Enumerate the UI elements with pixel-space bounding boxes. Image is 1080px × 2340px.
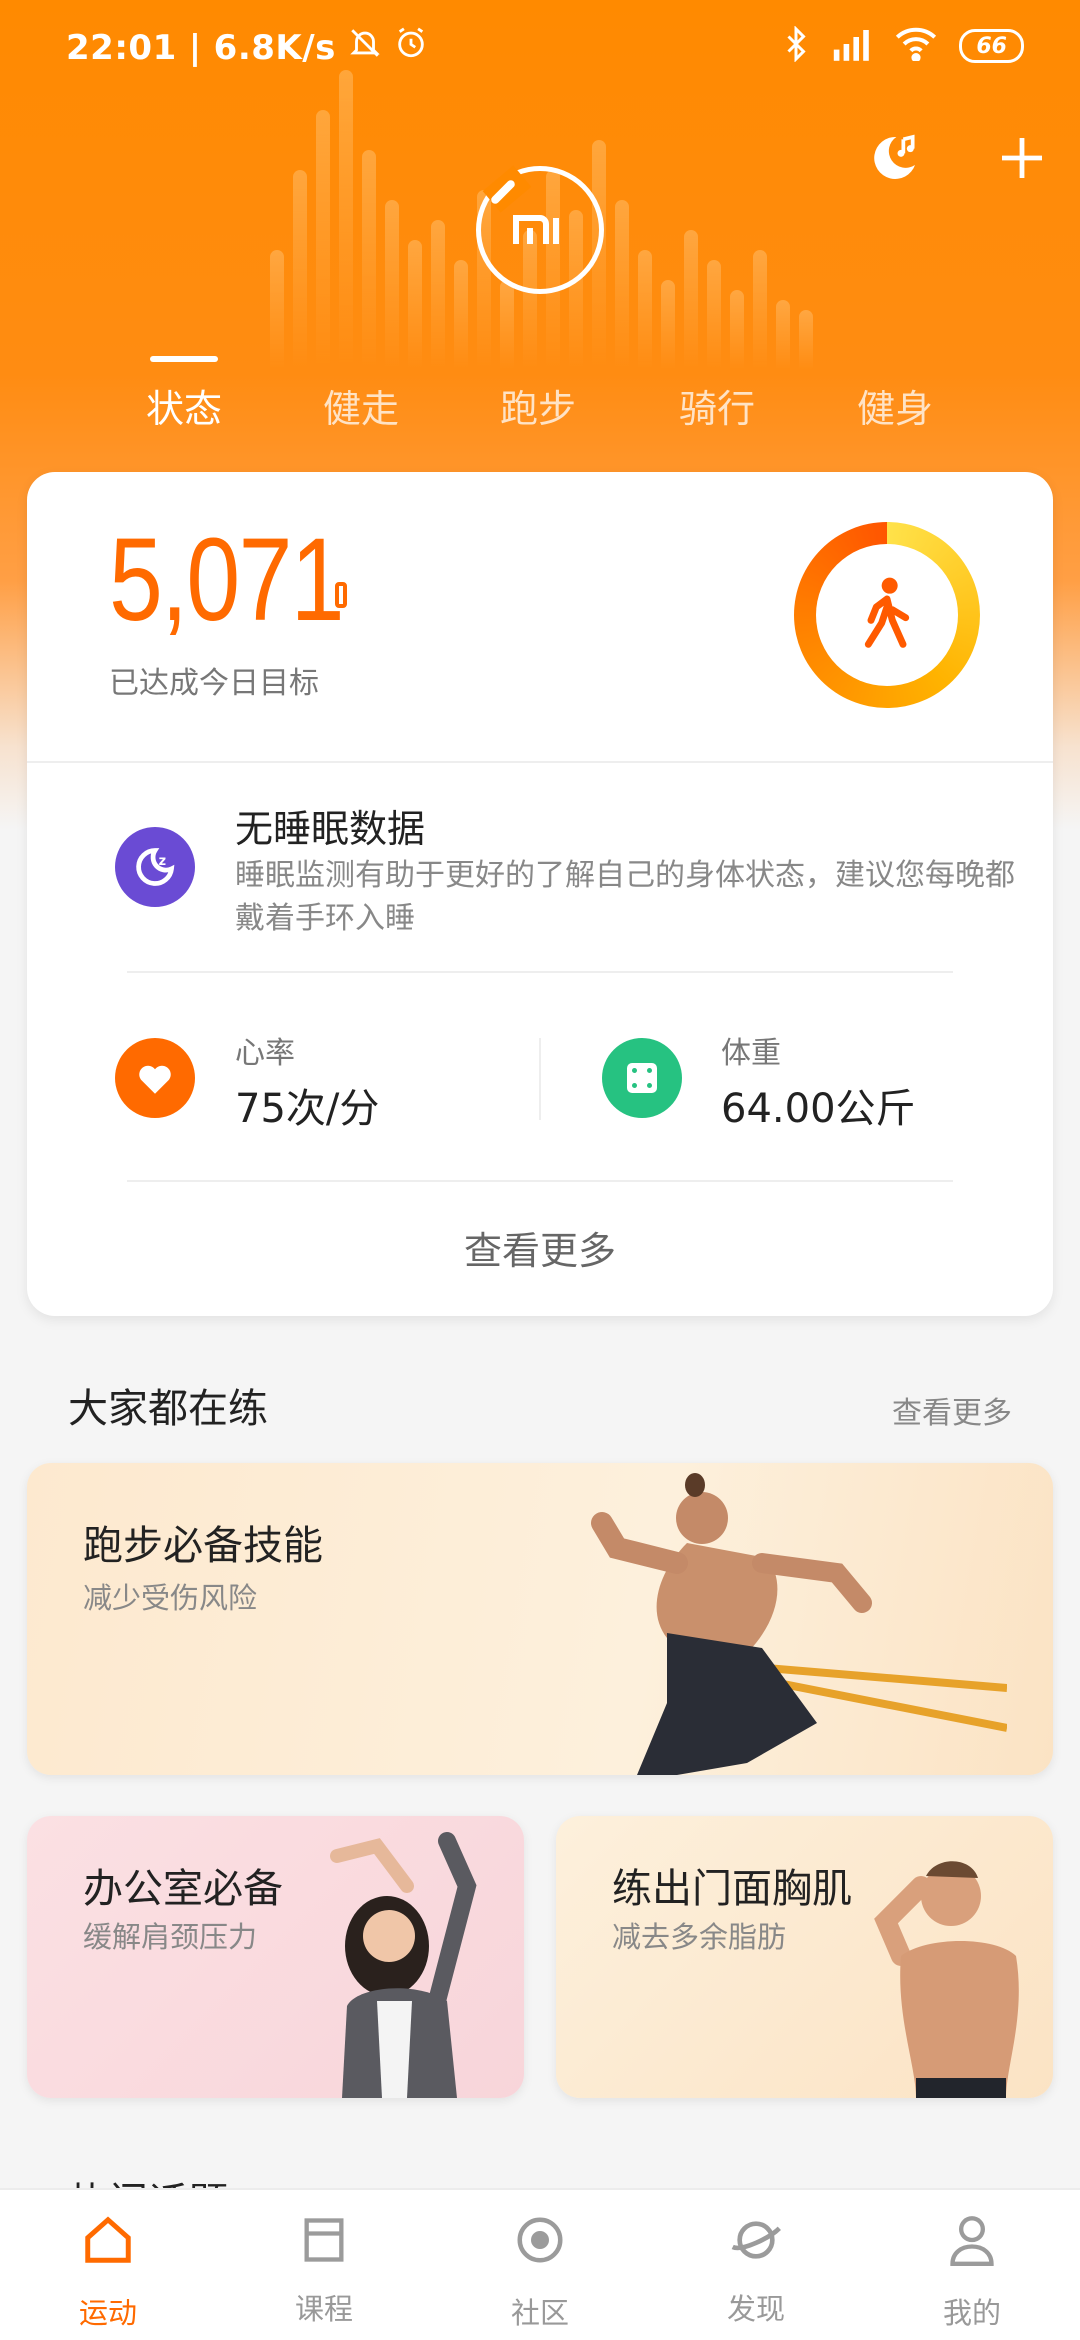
battery-indicator: 66 xyxy=(959,29,1024,63)
goal-status: 已达成今日目标 xyxy=(109,666,319,701)
muscle-man-illustration xyxy=(874,1861,1019,2098)
bottom-tab-bar: 运动 课程 社区 发现 我的 xyxy=(0,2188,1080,2340)
tab-cycle[interactable]: 骑行 xyxy=(647,378,787,433)
section-title: 大家都在练 xyxy=(68,1386,268,1432)
heart-icon xyxy=(115,1038,195,1118)
section-see-more-link[interactable]: 查看更多 xyxy=(892,1388,1012,1432)
home-icon xyxy=(80,2212,136,2268)
divider xyxy=(127,1180,953,1182)
bluetooth-icon xyxy=(783,25,809,66)
course-title: 跑步必备技能 xyxy=(83,1523,323,1569)
status-time: 22:01 xyxy=(66,27,177,68)
tabbar-item-community[interactable]: 社区 xyxy=(432,2190,648,2340)
tab-walk[interactable]: 健走 xyxy=(291,378,431,433)
course-card-running[interactable]: 跑步必备技能 减少受伤风险 xyxy=(27,1463,1053,1775)
sleep-title: 无睡眠数据 xyxy=(235,807,426,851)
network-speed: 6.8K/s xyxy=(213,27,336,68)
discover-icon xyxy=(728,2212,784,2268)
add-icon[interactable] xyxy=(986,122,1058,194)
step-count: 5,071 xyxy=(109,514,345,646)
tabbar-label: 发现 xyxy=(726,2292,785,2326)
wifi-icon xyxy=(895,27,937,65)
tab-fitness[interactable]: 健身 xyxy=(825,378,965,433)
runner-illustration xyxy=(591,1473,1007,1775)
alarm-icon xyxy=(394,26,428,69)
see-more-button[interactable]: 查看更多 xyxy=(27,1220,1053,1275)
status-separator: | xyxy=(188,27,202,68)
tabbar-label: 我的 xyxy=(942,2296,1001,2330)
tabbar-item-discover[interactable]: 发现 xyxy=(648,2190,864,2340)
course-subtitle: 减少受伤风险 xyxy=(83,1581,258,1615)
step-progress-ring[interactable] xyxy=(794,522,980,708)
office-woman-illustration xyxy=(330,1832,477,2098)
summary-card: 5,071 已达成今日目标 z 无睡眠数据 睡眠监测有助于更好的了解自己的身体状… xyxy=(27,472,1053,1316)
signal-icon xyxy=(831,27,873,65)
course-card-chest[interactable]: 练出门面胸肌 减去多余脂肪 xyxy=(556,1816,1053,2098)
steps-unit-icon xyxy=(335,582,347,608)
course-subtitle: 缓解肩颈压力 xyxy=(83,1920,258,1954)
status-right: 66 xyxy=(783,25,1024,66)
mi-logo-mark xyxy=(513,215,559,244)
walking-icon xyxy=(864,577,910,648)
community-icon xyxy=(512,2212,568,2268)
weight-value: 64.00公斤 xyxy=(721,1086,916,1132)
weight-label: 体重 xyxy=(721,1036,781,1071)
tabbar-item-courses[interactable]: 课程 xyxy=(216,2190,432,2340)
course-icon xyxy=(296,2212,352,2268)
tabbar-label: 课程 xyxy=(294,2292,353,2326)
sleep-icon: z xyxy=(115,827,195,907)
course-card-office[interactable]: 办公室必备 缓解肩颈压力 xyxy=(27,1816,524,2098)
sleep-description: 睡眠监测有助于更好的了解自己的身体状态，建议您每晚都戴着手环入睡 xyxy=(235,858,1015,936)
tabbar-item-sport[interactable]: 运动 xyxy=(0,2190,216,2340)
tabbar-item-profile[interactable]: 我的 xyxy=(864,2190,1080,2340)
sleep-music-icon[interactable] xyxy=(858,122,930,194)
course-title: 练出门面胸肌 xyxy=(612,1866,852,1912)
tabbar-label: 运动 xyxy=(78,2296,137,2330)
svg-text:z: z xyxy=(159,854,166,869)
profile-icon xyxy=(944,2212,1000,2268)
tab-run[interactable]: 跑步 xyxy=(468,378,608,433)
divider xyxy=(27,761,1053,763)
divider xyxy=(127,971,953,973)
status-left: 22:01 | 6.8K/s xyxy=(66,26,428,69)
scale-icon xyxy=(602,1038,682,1118)
activity-tabs: 状态 健走 跑步 骑行 健身 xyxy=(0,350,1080,433)
heart-rate-value: 75次/分 xyxy=(235,1086,380,1132)
mute-icon xyxy=(348,26,382,69)
mi-logo xyxy=(476,165,604,294)
heart-rate-label: 心率 xyxy=(235,1036,295,1071)
status-bar: 22:01 | 6.8K/s 66 xyxy=(0,0,1080,96)
metric-divider xyxy=(539,1038,541,1120)
tab-status[interactable]: 状态 xyxy=(114,378,254,433)
course-title: 办公室必备 xyxy=(83,1866,283,1912)
tabbar-label: 社区 xyxy=(510,2296,569,2330)
course-subtitle: 减去多余脂肪 xyxy=(612,1920,787,1954)
